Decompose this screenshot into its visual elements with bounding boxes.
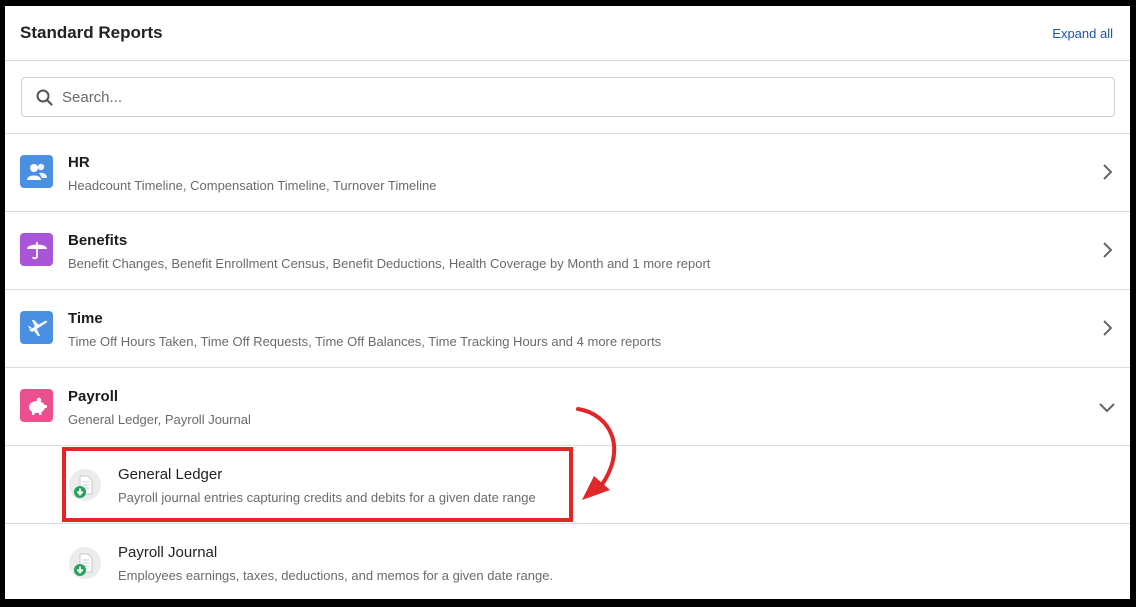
document-download-icon: [69, 469, 101, 501]
category-time[interactable]: Time Time Off Hours Taken, Time Off Requ…: [5, 290, 1130, 368]
category-title: Time: [68, 310, 103, 327]
chevron-right-icon[interactable]: [1101, 241, 1113, 259]
people-icon: [20, 155, 53, 188]
category-hr[interactable]: HR Headcount Timeline, Compensation Time…: [5, 134, 1130, 212]
chevron-down-icon[interactable]: [1098, 401, 1116, 413]
piggy-bank-icon: [20, 389, 53, 422]
category-title: Payroll: [68, 388, 119, 405]
search-icon: [36, 89, 53, 106]
report-general-ledger[interactable]: General Ledger Payroll journal entries c…: [5, 446, 1130, 524]
report-subtitle: Payroll journal entries capturing credit…: [118, 490, 536, 505]
standard-reports-panel: Standard Reports Expand all HR Headcount…: [5, 6, 1130, 599]
category-subtitle: Headcount Timeline, Compensation Timelin…: [68, 178, 437, 193]
category-subtitle: Benefit Changes, Benefit Enrollment Cens…: [68, 256, 711, 271]
category-benefits[interactable]: Benefits Benefit Changes, Benefit Enroll…: [5, 212, 1130, 290]
report-subtitle: Employees earnings, taxes, deductions, a…: [118, 568, 554, 583]
report-payroll-journal[interactable]: Payroll Journal Employees earnings, taxe…: [5, 524, 1130, 599]
expand-all-link[interactable]: Expand all: [1052, 26, 1113, 41]
search-section: [5, 61, 1130, 134]
report-title: General Ledger: [118, 466, 223, 483]
chevron-right-icon[interactable]: [1101, 319, 1113, 337]
category-title: Benefits: [68, 232, 128, 249]
airplane-icon: [20, 311, 53, 344]
umbrella-icon: [20, 233, 53, 266]
panel-header: Standard Reports Expand all: [5, 6, 1130, 61]
report-title: Payroll Journal: [118, 544, 218, 561]
search-box[interactable]: [21, 77, 1115, 117]
chevron-right-icon[interactable]: [1101, 163, 1113, 181]
category-title: HR: [68, 154, 90, 171]
category-payroll[interactable]: Payroll General Ledger, Payroll Journal: [5, 368, 1130, 446]
page-title: Standard Reports: [20, 23, 163, 42]
category-subtitle: General Ledger, Payroll Journal: [68, 412, 251, 427]
search-input[interactable]: [62, 88, 1062, 106]
document-download-icon: [69, 547, 101, 579]
category-subtitle: Time Off Hours Taken, Time Off Requests,…: [68, 334, 662, 349]
